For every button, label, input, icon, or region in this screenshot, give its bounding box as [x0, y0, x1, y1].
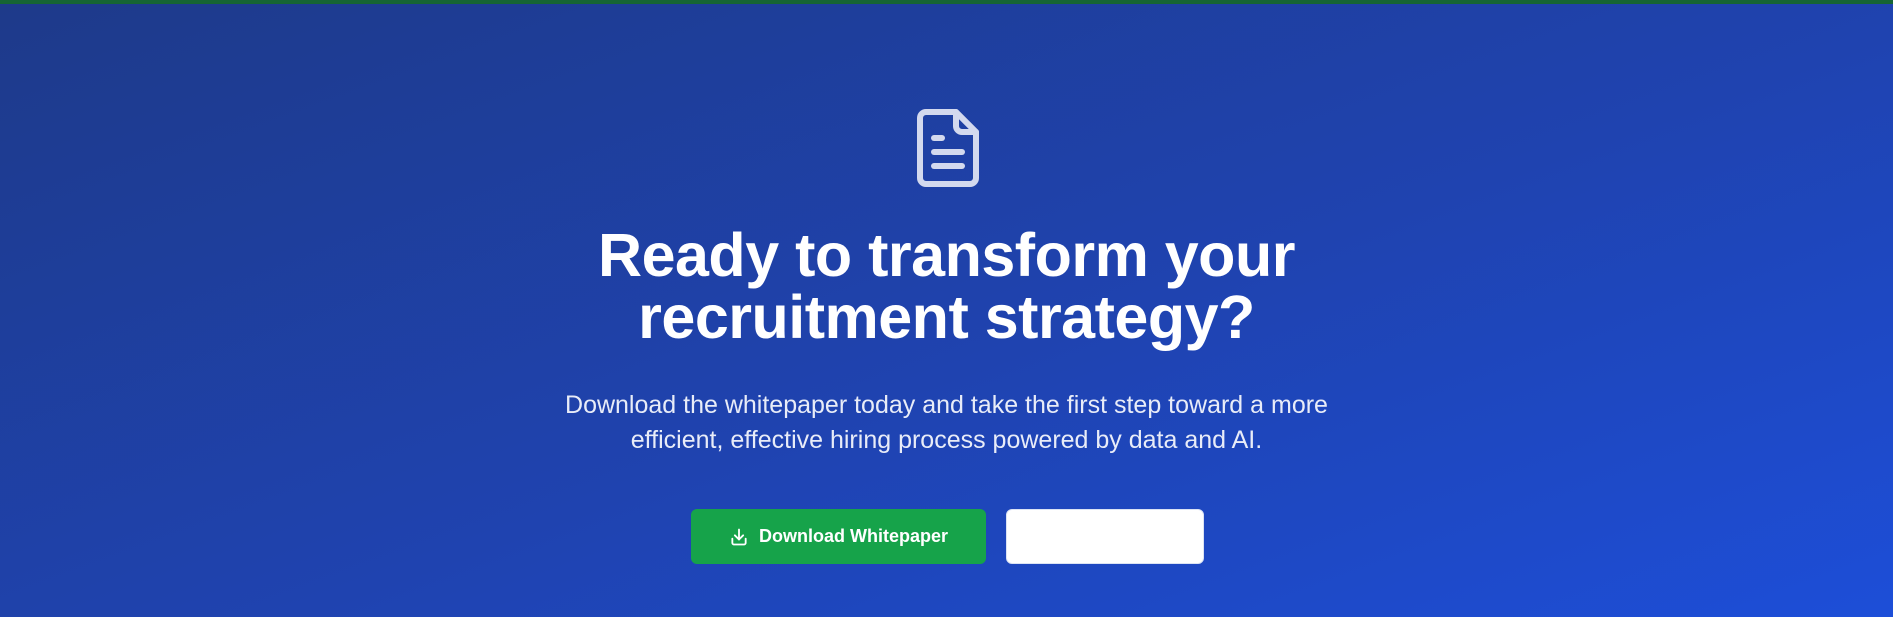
headline-line-1: Ready to transform your — [598, 221, 1295, 289]
download-whitepaper-label: Download Whitepaper — [759, 526, 948, 546]
cta-description: Download the whitepaper today and take t… — [0, 388, 1893, 458]
description-line-2: efficient, effective hiring process powe… — [630, 426, 1263, 454]
secondary-button[interactable] — [1006, 509, 1204, 564]
headline-line-2: recruitment strategy? — [638, 283, 1255, 351]
description-line-1: Download the whitepaper today and take t… — [565, 391, 1328, 419]
cta-section: Ready to transform your recruitment stra… — [0, 0, 1893, 617]
document-icon — [917, 109, 979, 187]
download-icon — [731, 528, 747, 545]
download-whitepaper-button[interactable]: Download Whitepaper — [691, 509, 986, 564]
page-title: Ready to transform your recruitment stra… — [0, 224, 1893, 348]
